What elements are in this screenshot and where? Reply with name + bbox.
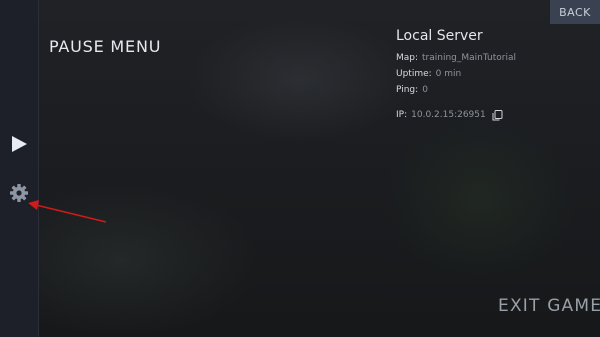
server-title: Local Server — [396, 28, 483, 44]
ping-value: 0 — [422, 85, 428, 95]
play-icon[interactable] — [9, 134, 29, 154]
gear-icon[interactable] — [9, 183, 29, 203]
server-info-panel: Local Server Map: training_MainTutorial U… — [396, 28, 586, 123]
ping-row: Ping: 0 — [396, 82, 586, 98]
ip-value: 10.0.2.15:26951 — [411, 110, 486, 120]
ip-label: IP: — [396, 110, 408, 120]
map-value: training_MainTutorial — [422, 53, 516, 63]
uptime-value: 0 min — [435, 69, 462, 79]
side-rail — [0, 0, 39, 337]
copy-icon[interactable] — [492, 109, 503, 121]
exit-game-button[interactable]: EXIT GAME — [498, 296, 600, 316]
map-label: Map: — [396, 53, 419, 63]
page-title: PAUSE MENU — [49, 37, 162, 56]
back-button[interactable]: BACK — [550, 0, 600, 24]
ping-label: Ping: — [396, 85, 419, 95]
uptime-label: Uptime: — [396, 69, 432, 79]
ip-row: IP: 10.0.2.15:26951 — [396, 107, 586, 123]
uptime-row: Uptime: 0 min — [396, 66, 586, 82]
map-row: Map: training_MainTutorial — [396, 50, 586, 66]
